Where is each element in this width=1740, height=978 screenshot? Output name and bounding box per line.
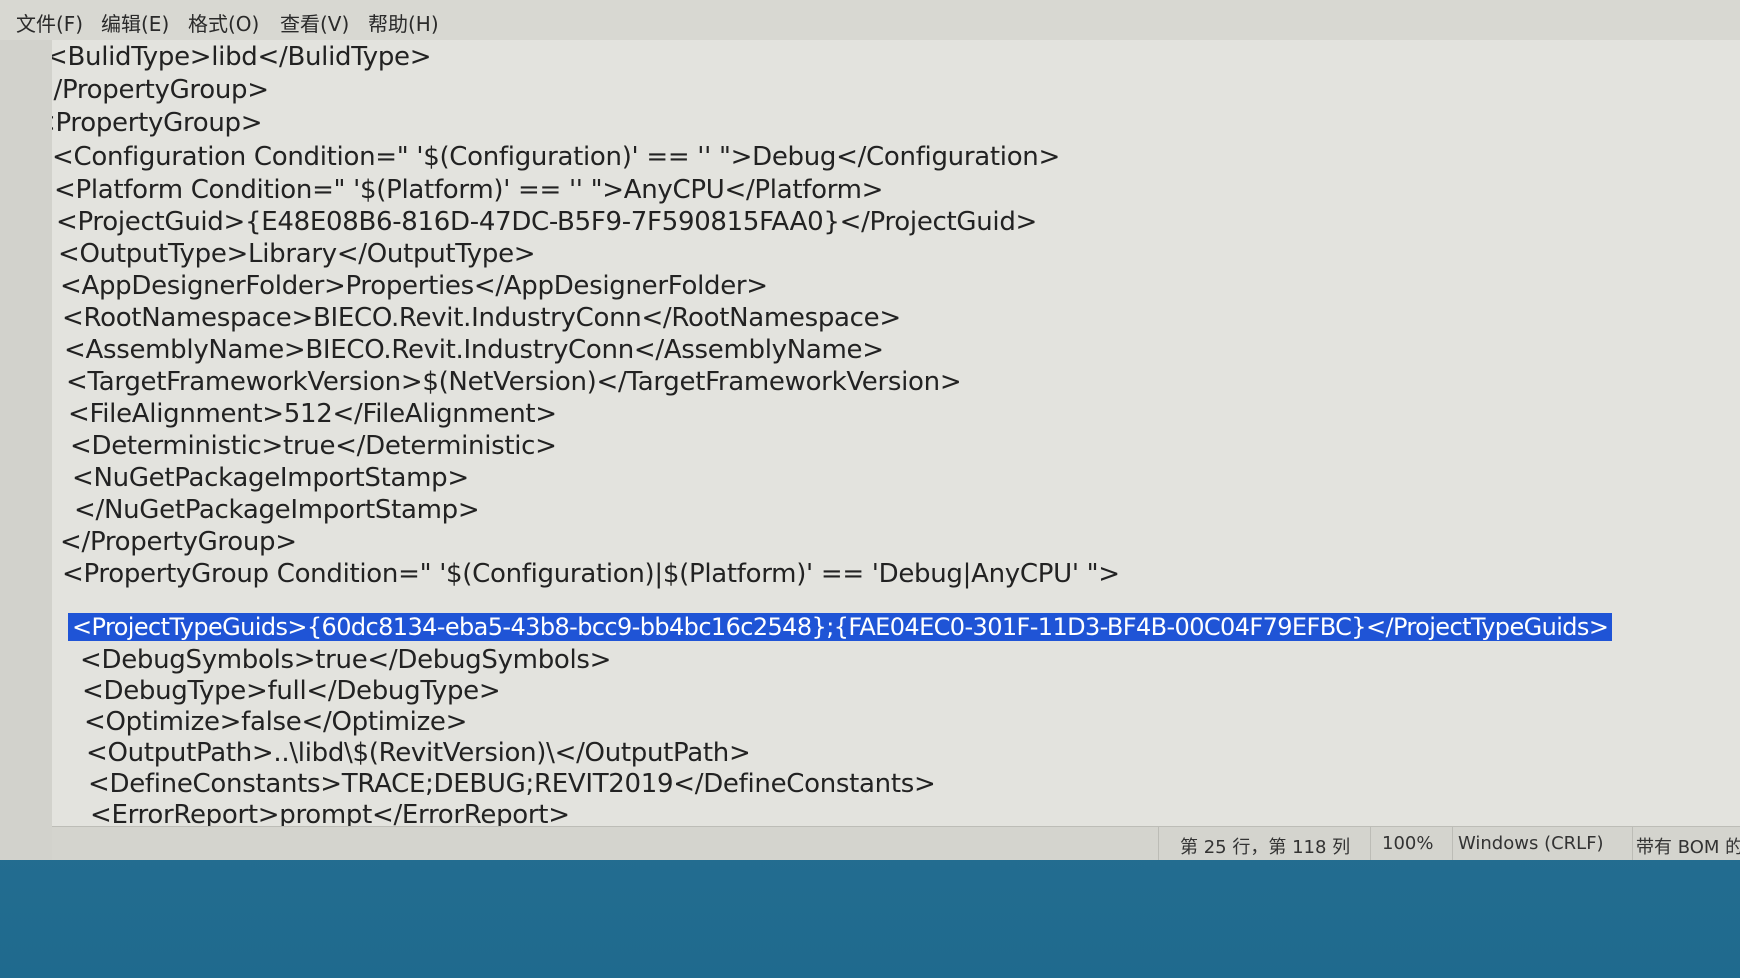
- code-line: <AssemblyName>BIECO.Revit.IndustryConn</…: [64, 335, 884, 365]
- menu-view[interactable]: 查看(V): [280, 8, 349, 37]
- window-left-frame: [0, 40, 52, 860]
- menu-file[interactable]: 文件(F): [16, 8, 83, 37]
- code-line: <OutputPath>..\libd\$(RevitVersion)\</Ou…: [86, 738, 751, 768]
- status-divider: [1632, 827, 1633, 860]
- selected-code-line: <ProjectTypeGuids>{60dc8134-eba5-43b8-bc…: [68, 613, 1613, 641]
- code-line: <Optimize>false</Optimize>: [84, 707, 468, 737]
- code-line: <TargetFrameworkVersion>$(NetVersion)</T…: [66, 367, 962, 397]
- menu-help[interactable]: 帮助(H): [368, 8, 439, 37]
- code-line: </NuGetPackageImportStamp>: [74, 495, 480, 525]
- code-line: <DefineConstants>TRACE;DEBUG;REVIT2019</…: [88, 769, 936, 799]
- menu-bar: 文件(F) 编辑(E) 格式(O) 查看(V) 帮助(H): [0, 0, 1740, 40]
- menu-format[interactable]: 格式(O): [188, 8, 259, 37]
- status-divider: [1452, 827, 1453, 860]
- code-line: <ErrorReport>prompt</ErrorReport>: [90, 800, 570, 826]
- menu-edit[interactable]: 编辑(E): [101, 8, 169, 37]
- status-divider: [1158, 827, 1159, 860]
- status-divider: [1370, 827, 1371, 860]
- code-line: <PropertyGroup>: [34, 108, 263, 138]
- code-line: </PropertyGroup>: [32, 75, 269, 105]
- code-line: <NuGetPackageImportStamp>: [72, 463, 469, 493]
- code-line: <FileAlignment>512</FileAlignment>: [68, 399, 557, 429]
- code-line: </PropertyGroup>: [60, 527, 297, 557]
- code-line: <Configuration Condition=" '$(Configurat…: [52, 142, 1060, 172]
- code-line: <Platform Condition=" '$(Platform)' == '…: [54, 175, 884, 205]
- encoding: 带有 BOM 的: [1636, 837, 1740, 858]
- code-line: <ProjectGuid>{E48E08B6-816D-47DC-B5F9-7F…: [56, 207, 1038, 237]
- code-line: <RootNamespace>BIECO.Revit.IndustryConn<…: [62, 303, 901, 333]
- code-line: <DebugType>full</DebugType>: [82, 676, 501, 706]
- text-editor-area[interactable]: <BulidType>libd</BulidType> </PropertyGr…: [0, 40, 1740, 826]
- notepad-window: 文件(F) 编辑(E) 格式(O) 查看(V) 帮助(H) <BulidType…: [0, 0, 1740, 860]
- code-line: <OutputType>Library</OutputType>: [58, 239, 536, 269]
- code-line: <PropertyGroup Condition=" '$(Configurat…: [62, 559, 1120, 589]
- code-line: <AppDesignerFolder>Properties</AppDesign…: [60, 271, 768, 301]
- code-line: <BulidType>libd</BulidType>: [46, 42, 432, 72]
- code-line: <DebugSymbols>true</DebugSymbols>: [80, 645, 612, 675]
- code-line: <Deterministic>true</Deterministic>: [70, 431, 557, 461]
- zoom-level: 100%: [1382, 833, 1434, 854]
- cursor-position: 第 25 行，第 118 列: [1180, 837, 1351, 858]
- line-ending: Windows (CRLF): [1458, 833, 1604, 854]
- status-bar: 第 25 行，第 118 列 100% Windows (CRLF) 带有 BO…: [52, 826, 1740, 860]
